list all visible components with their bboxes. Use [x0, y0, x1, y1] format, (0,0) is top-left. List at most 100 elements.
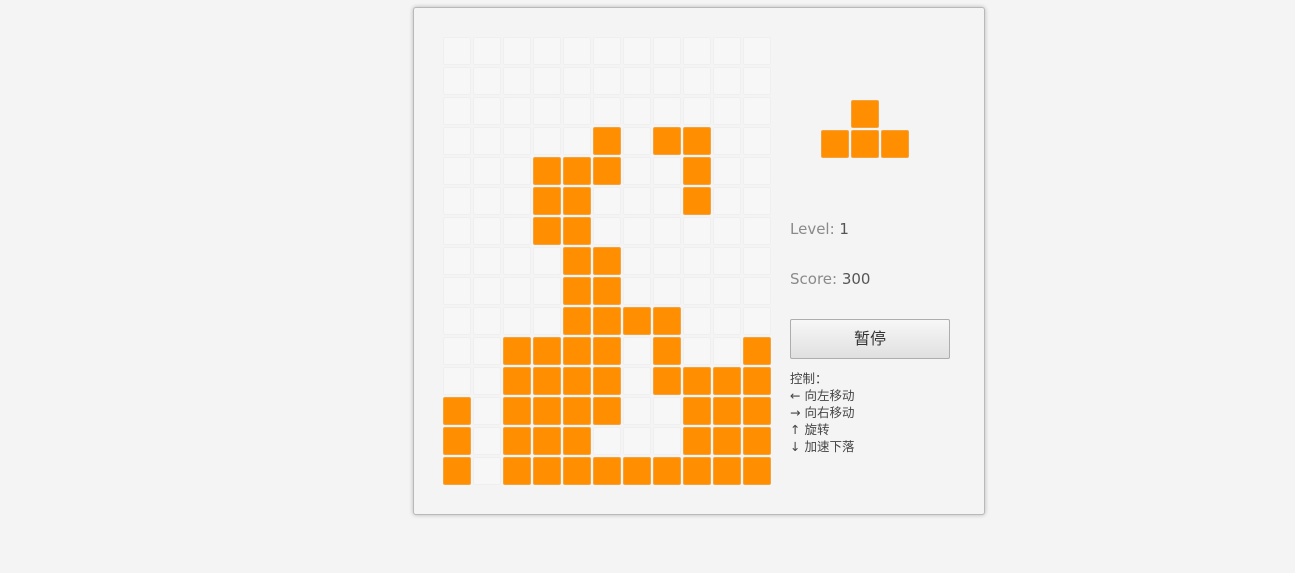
board-cell — [593, 217, 621, 245]
board-cell — [593, 67, 621, 95]
board-cell — [533, 277, 561, 305]
board-block — [563, 277, 591, 305]
board-cell — [503, 127, 531, 155]
board-cell — [653, 277, 681, 305]
board-cell — [653, 67, 681, 95]
board-block — [443, 457, 471, 485]
board-block — [623, 457, 651, 485]
board-cell — [623, 37, 651, 65]
board-cell — [623, 397, 651, 425]
board-cell — [683, 37, 711, 65]
board-cell — [503, 187, 531, 215]
board-cell — [473, 307, 501, 335]
next-piece-block — [851, 130, 879, 158]
board-cell — [683, 247, 711, 275]
board-block — [653, 307, 681, 335]
board-cell — [623, 217, 651, 245]
controls-help: 控制： ← 向左移动 → 向右移动 ↑ 旋转 ↓ 加速下落 — [790, 370, 854, 455]
board-block — [593, 337, 621, 365]
board-block — [683, 127, 711, 155]
board-block — [533, 217, 561, 245]
board-cell — [743, 247, 771, 275]
board-cell — [653, 37, 681, 65]
board-cell — [473, 67, 501, 95]
control-move-right: → 向右移动 — [790, 405, 855, 420]
board-block — [593, 127, 621, 155]
board-cell — [713, 277, 741, 305]
board-cell — [653, 187, 681, 215]
board-cell — [713, 157, 741, 185]
board-cell — [443, 97, 471, 125]
board-block — [593, 247, 621, 275]
board-block — [683, 457, 711, 485]
control-move-left: ← 向左移动 — [790, 388, 855, 403]
board-block — [533, 457, 561, 485]
board-block — [563, 217, 591, 245]
score-display: Score: 300 — [790, 270, 870, 288]
board-cell — [503, 67, 531, 95]
board-block — [563, 187, 591, 215]
board-block — [533, 157, 561, 185]
board-cell — [743, 217, 771, 245]
board-block — [503, 337, 531, 365]
board-cell — [743, 127, 771, 155]
board-cell — [713, 67, 741, 95]
board-block — [713, 427, 741, 455]
board-cell — [533, 127, 561, 155]
board-cell — [623, 187, 651, 215]
board-cell — [713, 127, 741, 155]
board-cell — [503, 157, 531, 185]
board-cell — [473, 187, 501, 215]
board-cell — [473, 427, 501, 455]
board-block — [563, 397, 591, 425]
board-cell — [443, 187, 471, 215]
board-block — [743, 397, 771, 425]
level-value: 1 — [839, 220, 849, 238]
board-cell — [443, 367, 471, 395]
board-block — [683, 367, 711, 395]
level-label: Level: — [790, 220, 840, 238]
board-cell — [443, 37, 471, 65]
board-block — [743, 367, 771, 395]
board-cell — [473, 97, 501, 125]
board-cell — [473, 247, 501, 275]
board-cell — [683, 97, 711, 125]
board-block — [713, 457, 741, 485]
board-cell — [443, 337, 471, 365]
board-cell — [533, 247, 561, 275]
board-block — [443, 397, 471, 425]
board-block — [683, 157, 711, 185]
board-block — [623, 307, 651, 335]
next-piece-preview — [821, 100, 911, 160]
board-cell — [503, 247, 531, 275]
board-cell — [713, 217, 741, 245]
board-cell — [443, 127, 471, 155]
board-cell — [593, 97, 621, 125]
board-cell — [623, 157, 651, 185]
board-cell — [473, 337, 501, 365]
board-block — [653, 367, 681, 395]
board-cell — [533, 67, 561, 95]
board-block — [683, 427, 711, 455]
board-block — [743, 337, 771, 365]
board-cell — [473, 397, 501, 425]
board-block — [533, 187, 561, 215]
board-cell — [443, 247, 471, 275]
game-board — [443, 37, 773, 487]
board-cell — [743, 157, 771, 185]
pause-button[interactable]: 暂停 — [790, 319, 950, 359]
board-cell — [593, 37, 621, 65]
board-cell — [623, 367, 651, 395]
board-block — [593, 157, 621, 185]
board-cell — [623, 337, 651, 365]
board-block — [503, 457, 531, 485]
game-panel: Level: 1 Score: 300 暂停 控制： ← 向左移动 → 向右移动… — [413, 7, 985, 515]
board-cell — [443, 157, 471, 185]
board-block — [563, 427, 591, 455]
board-cell — [443, 307, 471, 335]
board-block — [533, 337, 561, 365]
board-cell — [623, 97, 651, 125]
next-piece-block — [821, 130, 849, 158]
board-block — [653, 337, 681, 365]
board-cell — [503, 307, 531, 335]
